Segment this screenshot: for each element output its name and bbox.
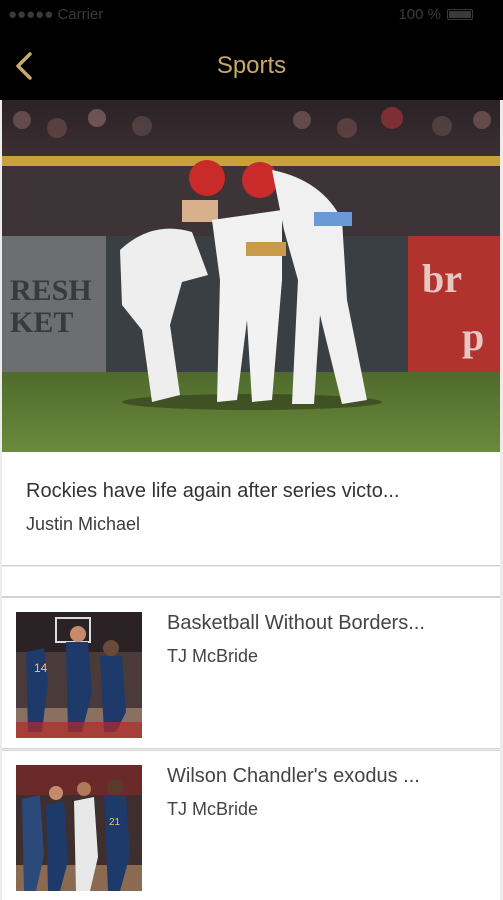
featured-article-title: Rockies have life again after series vic…: [26, 480, 400, 502]
battery-icon: [447, 9, 473, 20]
article-thumbnail: 21: [16, 765, 142, 891]
article-title: Wilson Chandler's exodus ...: [167, 765, 420, 787]
article-author: TJ McBride: [167, 646, 259, 666]
featured-article-author: Justin Michael: [26, 514, 141, 534]
svg-text:br: br: [422, 256, 462, 301]
featured-article-image[interactable]: RESH KET br p: [2, 100, 500, 452]
svg-text:14: 14: [34, 661, 48, 675]
featured-article-card[interactable]: Rockies have life again after series vic…: [2, 452, 500, 566]
section-divider: [2, 567, 500, 597]
article-thumbnail: 14: [16, 612, 142, 738]
status-bar: ●●●●● Carrier 100 %: [0, 0, 503, 30]
svg-text:21: 21: [109, 817, 121, 828]
svg-text:RESH: RESH: [10, 274, 92, 307]
carrier-label: ●●●●● Carrier: [8, 6, 104, 23]
baseball-players-photo: RESH KET br p: [2, 100, 500, 452]
article-title: Basketball Without Borders...: [167, 612, 425, 634]
list-item[interactable]: 21 Wilson Chandler's exodus ... TJ McBri…: [2, 750, 500, 900]
svg-text:p: p: [462, 314, 484, 359]
battery-label: 100 %: [398, 6, 441, 23]
nav-bar: Sports: [0, 30, 503, 100]
article-author: TJ McBride: [167, 799, 259, 819]
page-title: Sports: [216, 52, 287, 79]
list-item[interactable]: 14 Basketball Without Borders... TJ McBr…: [2, 597, 500, 749]
svg-text:KET: KET: [10, 306, 73, 339]
